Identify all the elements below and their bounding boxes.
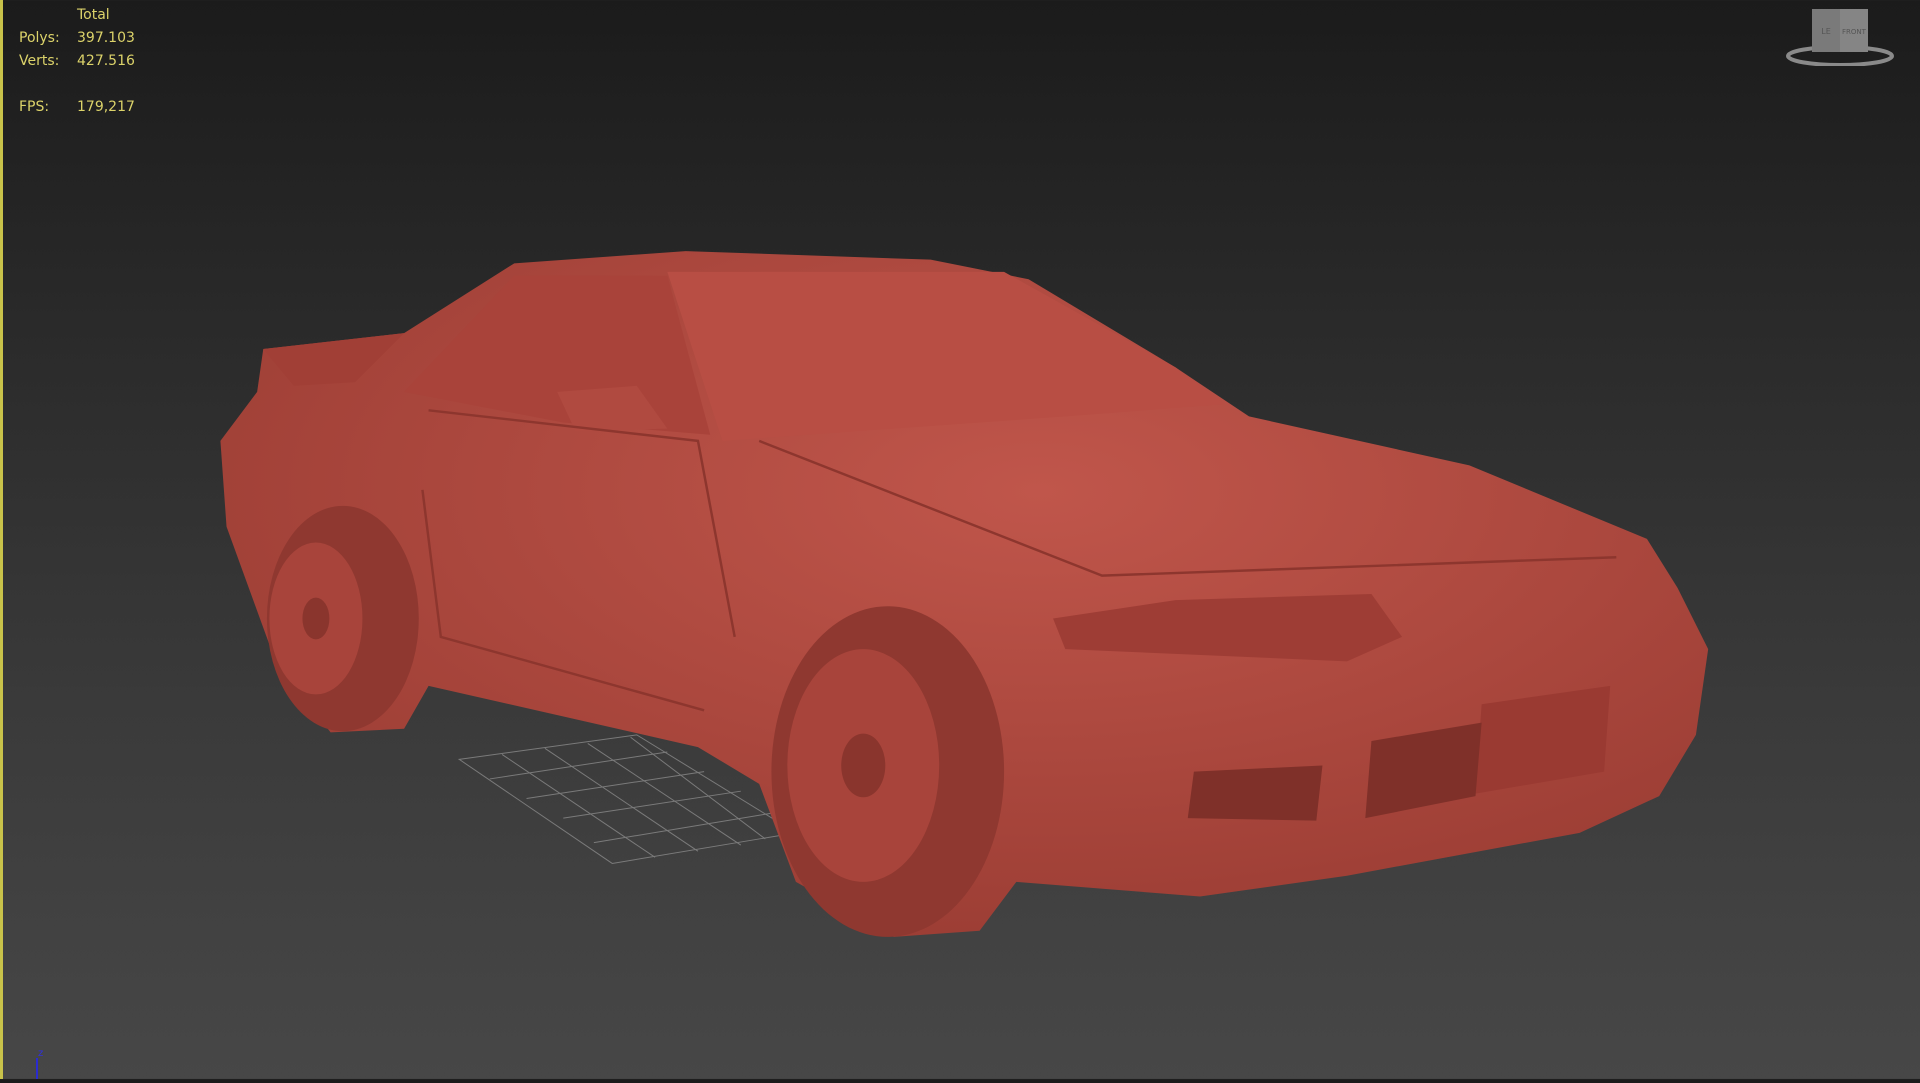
polys-label: Polys: <box>19 30 60 46</box>
z-axis-label: z <box>38 1048 43 1059</box>
viewport-statistics: Total Polys: 397.103 Verts: 427.516 FPS: 17… <box>19 4 135 119</box>
viewcube-front-label: FRONT <box>1842 28 1867 36</box>
fps-label: FPS: <box>19 99 50 115</box>
wheel-front <box>771 606 1005 937</box>
viewcube[interactable]: LE FRONT <box>1785 4 1895 66</box>
verts-value: 427.516 <box>77 53 135 69</box>
fps-value: 179,217 <box>77 99 135 115</box>
z-axis-icon: z <box>36 1048 43 1079</box>
3d-viewport[interactable]: Total Polys: 397.103 Verts: 427.516 FPS: 17… <box>0 0 1920 1079</box>
axis-tripod: z <box>33 1046 53 1083</box>
stats-header: Total <box>77 7 110 23</box>
wheel-rear <box>266 505 419 732</box>
car-model[interactable] <box>0 0 1920 1079</box>
viewcube-left-label: LE <box>1821 27 1831 36</box>
polys-value: 397.103 <box>77 30 135 46</box>
verts-label: Verts: <box>19 53 60 69</box>
